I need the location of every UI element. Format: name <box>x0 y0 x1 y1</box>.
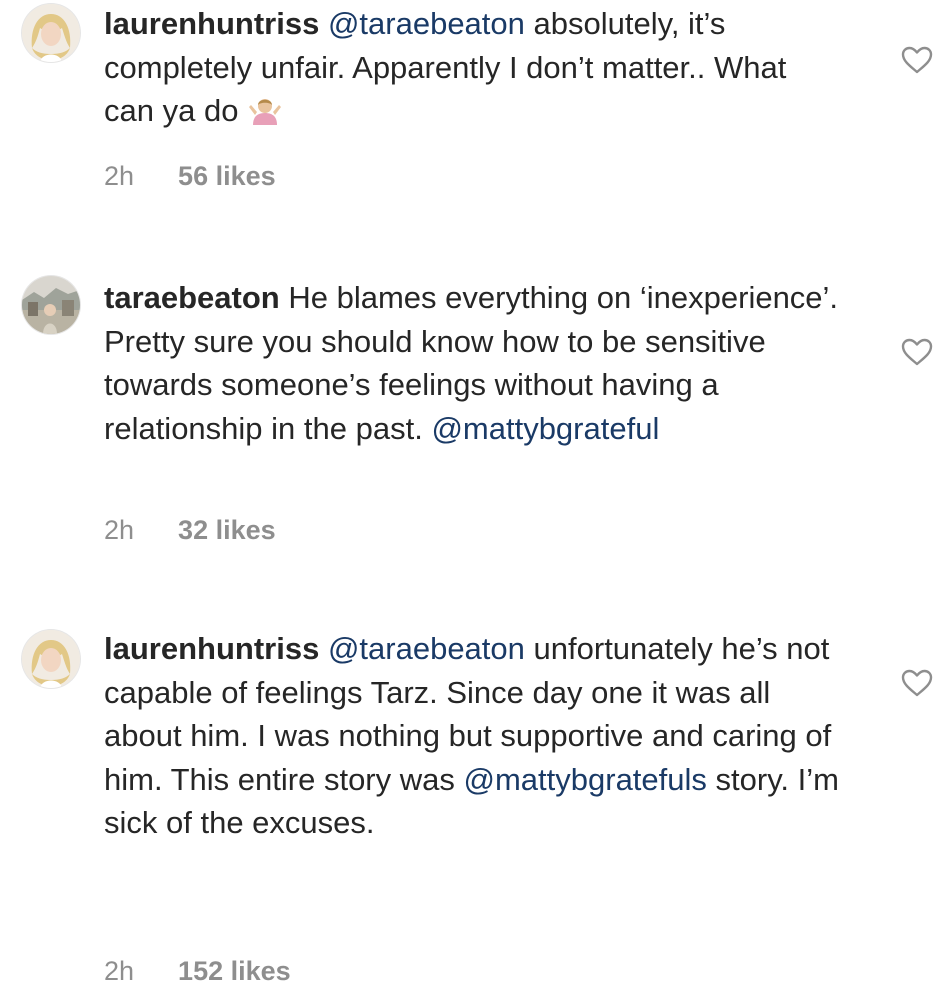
mention-link[interactable]: @taraebeaton <box>328 631 525 666</box>
likes-count[interactable]: 32 likes <box>178 515 276 545</box>
avatar-icon[interactable] <box>22 630 80 688</box>
likes-count[interactable]: 152 likes <box>178 956 291 986</box>
comment-username[interactable]: laurenhuntriss <box>104 631 319 666</box>
comment-item: taraebeaton He blames everything on ‘ine… <box>0 270 940 570</box>
avatar-icon[interactable] <box>22 276 80 334</box>
mention-link[interactable]: @taraebeaton <box>328 6 525 41</box>
comment-meta: 2h 32 likes <box>104 515 276 546</box>
comment-username[interactable]: taraebeaton <box>104 280 280 315</box>
mention-link[interactable]: @mattybgrateful <box>431 411 659 446</box>
comment-text: laurenhuntriss @taraebeaton unfortunatel… <box>104 627 844 845</box>
shrug-emoji-icon <box>247 93 283 125</box>
comment-item: laurenhuntriss @taraebeaton unfortunatel… <box>0 626 940 990</box>
comment-time: 2h <box>104 515 135 545</box>
likes-count[interactable]: 56 likes <box>178 161 276 191</box>
comment-time: 2h <box>104 956 135 986</box>
heart-icon[interactable] <box>900 337 934 367</box>
mention-link[interactable]: @mattybgratefuls <box>464 762 707 797</box>
heart-icon[interactable] <box>900 668 934 698</box>
avatar-icon[interactable] <box>22 4 80 62</box>
comment-meta: 2h 56 likes <box>104 161 276 192</box>
heart-icon[interactable] <box>900 45 934 75</box>
comment-username[interactable]: laurenhuntriss <box>104 6 319 41</box>
comment-time: 2h <box>104 161 135 191</box>
comment-meta: 2h 152 likes <box>104 956 291 987</box>
comment-text: taraebeaton He blames everything on ‘ine… <box>104 276 844 450</box>
comment-text: laurenhuntriss @taraebeaton absolutely, … <box>104 2 844 133</box>
comment-item: laurenhuntriss @taraebeaton absolutely, … <box>0 0 940 220</box>
